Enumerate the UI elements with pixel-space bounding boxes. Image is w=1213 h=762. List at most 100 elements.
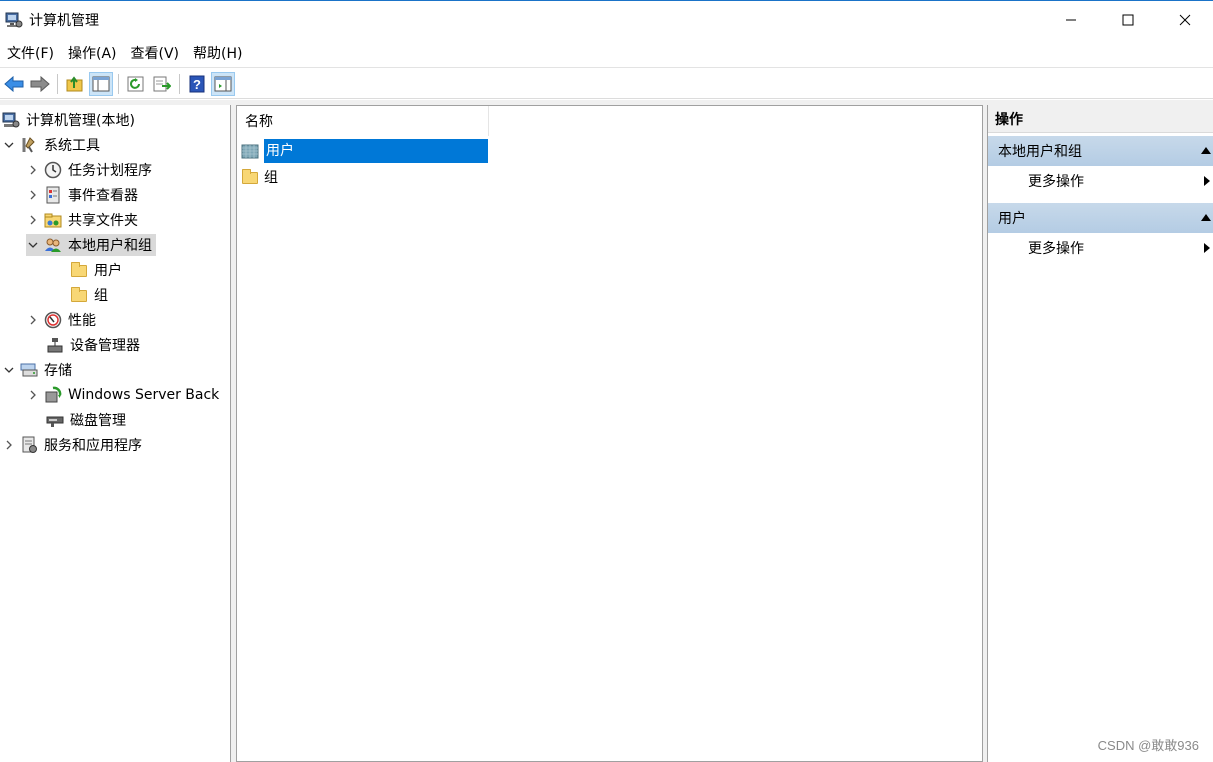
forward-arrow-icon xyxy=(30,75,50,92)
tree-item-task-scheduler[interactable]: 任务计划程序 xyxy=(26,159,152,181)
window-title: 计算机管理 xyxy=(29,13,99,29)
tree-item-event-viewer[interactable]: 事件查看器 xyxy=(26,184,138,206)
tree-label: 用户 xyxy=(94,263,122,279)
services-icon xyxy=(20,436,38,454)
collapse-up-icon[interactable] xyxy=(1201,147,1211,154)
tree-item-computer-management[interactable]: 计算机管理(本地) xyxy=(0,109,135,131)
action-section-users[interactable]: 用户 xyxy=(988,203,1213,233)
tree-item-groups[interactable]: 组 xyxy=(70,284,108,306)
action-section-label: 本地用户和组 xyxy=(998,144,1082,160)
column-header-label: 名称 xyxy=(245,114,273,130)
action-pane: 操作 本地用户和组 更多操作 用户 更多操作 xyxy=(987,105,1213,762)
chevron-down-icon[interactable] xyxy=(2,134,16,156)
chevron-right-icon[interactable] xyxy=(26,209,40,231)
list-pane[interactable]: 名称 用户 组 xyxy=(236,105,983,762)
storage-icon xyxy=(20,361,38,379)
submenu-arrow-icon xyxy=(1204,176,1210,186)
menu-action[interactable]: 操作(A) xyxy=(61,40,124,68)
disk-management-icon xyxy=(46,411,64,429)
export-list-icon xyxy=(153,76,171,91)
minimize-button[interactable] xyxy=(1042,1,1099,39)
folder-icon xyxy=(70,261,88,279)
backup-icon xyxy=(44,386,62,404)
tree-item-local-users-groups[interactable]: 本地用户和组 xyxy=(26,234,156,256)
performance-icon xyxy=(44,311,62,329)
up-level-button[interactable] xyxy=(63,72,87,96)
tree-item-windows-server-backup[interactable]: Windows Server Back xyxy=(26,384,219,406)
tree-label: 性能 xyxy=(68,313,96,329)
tree-label: 事件查看器 xyxy=(68,188,138,204)
chevron-right-icon[interactable] xyxy=(26,159,40,181)
users-group-icon xyxy=(44,236,62,254)
tree-label: 计算机管理(本地) xyxy=(26,113,135,129)
tree-item-users[interactable]: 用户 xyxy=(70,259,122,281)
users-folder-icon xyxy=(241,142,259,160)
folder-icon xyxy=(241,168,259,186)
chevron-down-icon[interactable] xyxy=(26,234,40,256)
console-body: 计算机管理(本地) 系统工具 任务计划程序 事件查看器 共享文件夹 本地用户和组… xyxy=(0,100,1213,762)
column-header-name[interactable]: 名称 xyxy=(237,106,489,136)
forward-button[interactable] xyxy=(28,72,52,96)
show-hide-action-pane-button[interactable] xyxy=(211,71,235,96)
chevron-right-icon[interactable] xyxy=(2,434,16,456)
tree-label: 设备管理器 xyxy=(70,338,140,354)
toolbar-separator xyxy=(57,73,58,94)
export-list-button[interactable] xyxy=(150,72,174,96)
chevron-right-icon[interactable] xyxy=(26,309,40,331)
up-folder-icon xyxy=(66,75,83,91)
show-hide-tree-button[interactable] xyxy=(89,71,113,96)
event-viewer-icon xyxy=(44,186,62,204)
more-actions-label: 更多操作 xyxy=(1028,241,1084,257)
menu-file[interactable]: 文件(F) xyxy=(0,40,61,68)
chevron-down-icon[interactable] xyxy=(2,359,16,381)
tools-icon xyxy=(20,136,38,154)
refresh-button[interactable] xyxy=(124,72,148,96)
tree-item-storage[interactable]: 存储 xyxy=(2,359,72,381)
tree-pane[interactable]: 计算机管理(本地) 系统工具 任务计划程序 事件查看器 共享文件夹 本地用户和组… xyxy=(0,105,231,762)
tree-item-performance[interactable]: 性能 xyxy=(26,309,96,331)
tree-item-disk-management[interactable]: 磁盘管理 xyxy=(46,409,126,431)
tree-label: 存储 xyxy=(44,363,72,379)
watermark: CSDN @敢敢936 xyxy=(1097,738,1199,753)
action-section-label: 用户 xyxy=(998,211,1026,227)
minimize-icon xyxy=(1065,19,1076,21)
tree-label: Windows Server Back xyxy=(68,387,220,403)
toolbar-separator xyxy=(118,73,119,94)
chevron-right-icon[interactable] xyxy=(26,184,40,206)
close-button[interactable] xyxy=(1156,1,1213,39)
back-button[interactable] xyxy=(2,72,26,96)
maximize-button[interactable] xyxy=(1099,1,1156,39)
action-pane-title-label: 操作 xyxy=(995,111,1023,128)
menu-help[interactable]: 帮助(H) xyxy=(186,40,249,68)
tree-item-shared-folders[interactable]: 共享文件夹 xyxy=(26,209,138,231)
list-item-groups[interactable]: 组 xyxy=(241,164,488,190)
action-pane-title: 操作 xyxy=(988,105,1213,133)
collapse-up-icon[interactable] xyxy=(1201,214,1211,221)
list-item-label: 用户 xyxy=(264,139,488,163)
list-item-users[interactable]: 用户 xyxy=(241,138,488,164)
toolbar: ? xyxy=(0,69,1213,99)
computer-management-icon xyxy=(5,11,23,29)
tree-item-services-apps[interactable]: 服务和应用程序 xyxy=(2,434,142,456)
chevron-right-icon[interactable] xyxy=(26,384,40,406)
refresh-icon xyxy=(127,76,144,91)
help-button[interactable]: ? xyxy=(185,72,209,96)
submenu-arrow-icon xyxy=(1204,243,1210,253)
tree-item-device-manager[interactable]: 设备管理器 xyxy=(46,334,140,356)
more-actions-2[interactable]: 更多操作 xyxy=(988,233,1213,263)
tree-item-system-tools[interactable]: 系统工具 xyxy=(2,134,100,156)
tree-label: 服务和应用程序 xyxy=(44,438,142,454)
tree-label: 系统工具 xyxy=(44,138,100,154)
maximize-icon xyxy=(1122,14,1133,26)
shared-folder-icon xyxy=(44,211,62,229)
toolbar-separator xyxy=(179,73,180,94)
title-bar: 计算机管理 xyxy=(0,0,1213,39)
show-hide-action-pane-icon xyxy=(214,76,232,91)
more-actions-1[interactable]: 更多操作 xyxy=(988,166,1213,196)
close-icon xyxy=(1179,14,1190,26)
tree-label: 共享文件夹 xyxy=(68,213,138,229)
device-manager-icon xyxy=(46,336,64,354)
menu-view[interactable]: 查看(V) xyxy=(124,40,187,68)
help-icon: ? xyxy=(189,75,205,92)
action-section-local-users-groups[interactable]: 本地用户和组 xyxy=(988,136,1213,166)
